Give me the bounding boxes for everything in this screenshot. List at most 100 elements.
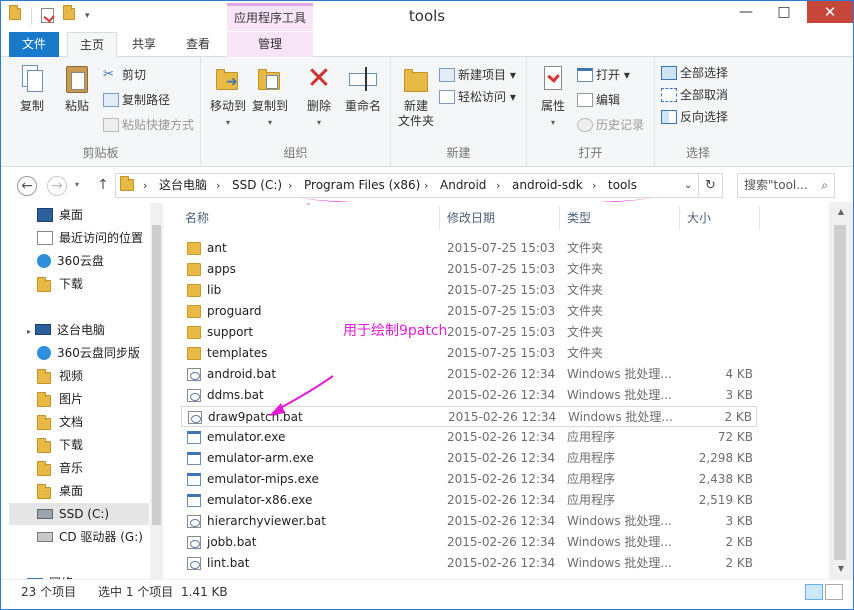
new-item-button[interactable]: 新建项目 ▾ [439, 65, 516, 85]
nav-item-cd-drive[interactable]: CD 驱动器 (G:) [37, 526, 143, 548]
breadcrumb-separator[interactable]: › [288, 174, 292, 197]
breadcrumb-program-files[interactable]: Program Files (x86) [304, 174, 420, 197]
file-row-templates[interactable]: templates 2015-07-25 15:03 文件夹 [181, 343, 757, 364]
nav-item-recent[interactable]: 最近访问的位置 [37, 227, 143, 249]
file-row-lint-bat[interactable]: lint.bat 2015-02-26 12:34 Windows 批处理... 2 … [181, 553, 757, 574]
breadcrumb-android[interactable]: Android [440, 174, 486, 197]
column-divider[interactable] [679, 206, 680, 230]
nav-item-downloads-2[interactable]: 下载 [37, 434, 83, 456]
nav-item-ssd[interactable]: SSD (C:) [9, 503, 149, 525]
tab-home[interactable]: 主页 [67, 32, 117, 58]
nav-item-360-sync[interactable]: 360云盘同步版 [37, 342, 140, 364]
paste-button[interactable]: 粘贴 [57, 63, 97, 114]
scroll-down-arrow[interactable]: ▼ [829, 559, 853, 579]
file-list-scrollbar-thumb[interactable] [834, 225, 846, 560]
tab-share[interactable]: 共享 [117, 32, 171, 57]
nav-item-this-pc[interactable]: ▸ 这台电脑 [27, 319, 105, 341]
group-label: 选择 [685, 146, 710, 160]
rename-button[interactable]: 重命名 [341, 63, 385, 114]
column-header-size[interactable]: 大小 [687, 208, 711, 230]
breadcrumb-tools[interactable]: tools [608, 174, 637, 197]
customize-quick-access-icon[interactable]: ▾ [85, 8, 101, 24]
select-all-button[interactable]: 全部选择 [661, 63, 728, 83]
column-header-type[interactable]: 类型 [567, 208, 591, 230]
file-row-apps[interactable]: apps 2015-07-25 15:03 文件夹 [181, 259, 757, 280]
file-row-emulator-x86-exe[interactable]: emulator-x86.exe 2015-02-26 12:34 应用程序 2,51… [181, 490, 757, 511]
breadcrumb-this-pc[interactable]: 这台电脑 [159, 174, 207, 197]
collapse-icon[interactable]: ▸ [27, 327, 31, 336]
easy-access-button[interactable]: 轻松访问 ▾ [439, 87, 516, 107]
nav-item-downloads[interactable]: 下载 [37, 273, 83, 295]
tab-file[interactable]: 文件 [9, 32, 59, 57]
copy-path-button[interactable]: 复制路径 [103, 90, 170, 110]
rename-icon [347, 63, 379, 95]
history-dropdown-icon[interactable]: ▾ [71, 176, 83, 196]
nav-item-pictures[interactable]: 图片 [37, 388, 83, 410]
file-row-hierarchyviewer-bat[interactable]: hierarchyviewer.bat 2015-02-26 12:34 Windo… [181, 511, 757, 532]
breadcrumb-separator[interactable]: › [143, 174, 147, 197]
address-field[interactable]: › 这台电脑 › SSD (C:) › Program Files (x86) … [115, 173, 699, 198]
column-divider[interactable] [559, 206, 560, 230]
open-button[interactable]: 打开 ▾ [577, 65, 630, 85]
breadcrumb-separator[interactable]: › [424, 174, 428, 197]
nav-item-360-cloud[interactable]: 360云盘 [37, 250, 104, 272]
up-button[interactable]: ↑ [93, 176, 113, 196]
breadcrumb-separator[interactable]: › [592, 174, 596, 197]
download-folder-icon [37, 276, 53, 292]
nav-item-documents[interactable]: 文档 [37, 411, 83, 433]
column-header-name[interactable]: 名称 [185, 208, 209, 230]
properties-button[interactable]: 属性 ▾ [533, 63, 573, 130]
new-folder-button[interactable]: 新建 文件夹 [395, 63, 437, 129]
column-divider[interactable] [759, 206, 760, 230]
copy-button[interactable]: 复制 [9, 63, 55, 114]
edit-button[interactable]: 编辑 [577, 90, 620, 110]
nav-item-network[interactable]: 网络 [27, 572, 73, 579]
back-button[interactable]: ← [17, 176, 37, 196]
cut-button[interactable]: ✂ 剪切 [103, 65, 146, 85]
column-divider[interactable] [439, 206, 440, 230]
scroll-up-arrow[interactable]: ▲ [829, 202, 853, 222]
select-none-button[interactable]: 全部取消 [661, 85, 728, 105]
nav-item-videos[interactable]: 视频 [37, 365, 83, 387]
properties-quick-icon[interactable] [41, 8, 57, 24]
copy-to-button[interactable]: 复制到 ▾ [249, 63, 291, 130]
breadcrumb-android-sdk[interactable]: android-sdk [512, 174, 583, 197]
move-to-button[interactable]: ➜ 移动到 ▾ [207, 63, 249, 130]
address-dropdown-icon[interactable]: ⌄ [684, 174, 692, 197]
nav-item-music[interactable]: 音乐 [37, 457, 83, 479]
column-header-date[interactable]: 修改日期 [447, 208, 495, 230]
delete-button[interactable]: ✕ 删除 ▾ [299, 63, 339, 130]
file-row-emulator-exe[interactable]: emulator.exe 2015-02-26 12:34 应用程序 72 KB [181, 427, 757, 448]
nav-item-desktop-2[interactable]: 桌面 [37, 480, 83, 502]
refresh-button[interactable]: ↻ [699, 173, 723, 198]
file-row-jobb-bat[interactable]: jobb.bat 2015-02-26 12:34 Windows 批处理... 2 … [181, 532, 757, 553]
breadcrumb-separator[interactable]: › [496, 174, 500, 197]
folder-icon [120, 176, 134, 194]
large-icons-view-button[interactable] [825, 584, 843, 600]
paste-shortcut-button[interactable]: 粘贴快捷方式 [103, 115, 194, 135]
history-button[interactable]: 历史记录 [577, 115, 644, 135]
tab-manage[interactable]: 管理 [227, 32, 313, 57]
file-row-proguard[interactable]: proguard 2015-07-25 15:03 文件夹 [181, 301, 757, 322]
file-row-ant[interactable]: ant 2015-07-25 15:03 文件夹 [181, 238, 757, 259]
search-input[interactable]: 搜索"tool... ⌕ [737, 173, 835, 198]
nav-item-desktop[interactable]: 桌面 [37, 204, 83, 226]
file-row-emulator-mips-exe[interactable]: emulator-mips.exe 2015-02-26 12:34 应用程序 2,4… [181, 469, 757, 490]
maximize-button[interactable]: □ [769, 1, 799, 23]
tab-view[interactable]: 查看 [171, 32, 225, 57]
minimize-button[interactable]: — [731, 1, 761, 23]
new-folder-quick-icon[interactable] [63, 5, 79, 24]
edit-label: 编辑 [596, 93, 621, 107]
details-view-button[interactable] [805, 584, 823, 600]
folder-icon [187, 347, 201, 360]
forward-button[interactable]: → [47, 176, 67, 196]
close-button[interactable]: ✕ [807, 1, 853, 23]
file-row-emulator-arm-exe[interactable]: emulator-arm.exe 2015-02-26 12:34 应用程序 2,29… [181, 448, 757, 469]
nav-scrollbar-thumb[interactable] [152, 225, 161, 525]
breadcrumb-separator[interactable]: › [216, 174, 220, 197]
folder-icon[interactable] [9, 5, 25, 24]
file-row-lib[interactable]: lib 2015-07-25 15:03 文件夹 [181, 280, 757, 301]
breadcrumb-ssd[interactable]: SSD (C:) [232, 174, 282, 197]
invert-selection-button[interactable]: 反向选择 [661, 107, 728, 127]
file-row-support[interactable]: support 2015-07-25 15:03 文件夹 [181, 322, 757, 343]
